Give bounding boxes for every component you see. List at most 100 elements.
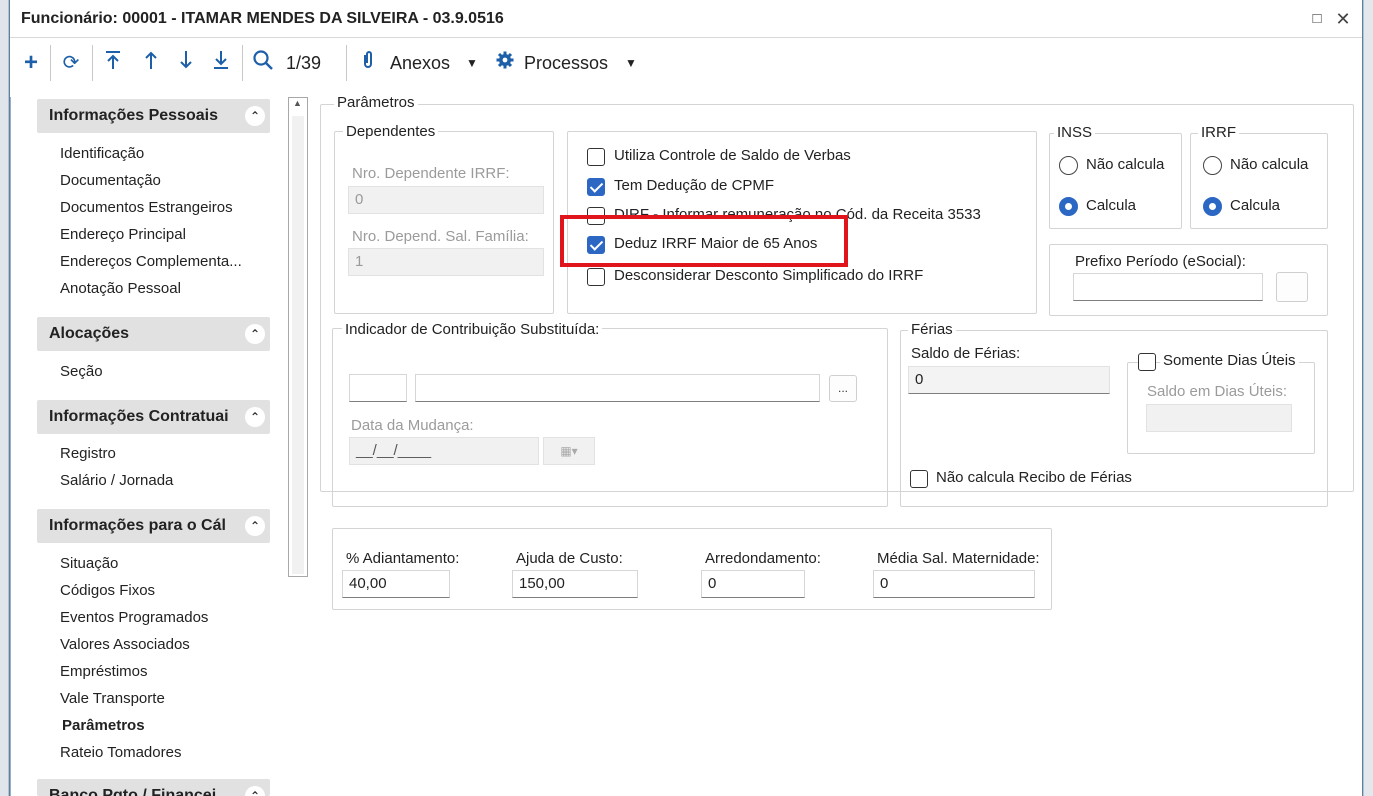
collapse-icon[interactable]: ⌃ [245,106,265,126]
vertical-scrollbar[interactable]: ▲ [288,97,308,577]
add-icon[interactable]: + [18,49,44,77]
toolbar-separator [50,45,51,81]
sidebar-item-anotacao-pessoal[interactable]: Anotação Pessoal [60,280,181,297]
toolbar-separator [92,45,93,81]
sidebar-item-parametros[interactable]: Parâmetros [62,717,145,734]
checkbox-saldo-verbas[interactable] [587,148,605,166]
toolbar: + ⟳ 1/39 Anexos ▼ Processos ▼ [10,39,1362,89]
sidebar-item-valores-associados[interactable]: Valores Associados [60,636,190,653]
contribuicao-code-field[interactable] [349,374,407,402]
section-banco-pagamento[interactable]: Banco Pgto / Financei ⌃ [37,779,270,796]
collapse-icon[interactable]: ⌃ [245,516,265,536]
sidebar-item-vale-transporte[interactable]: Vale Transporte [60,690,165,707]
adiantamento-label: % Adiantamento: [346,550,460,567]
prefixo-field[interactable] [1073,273,1263,301]
adiantamento-field[interactable]: 40,00 [342,570,450,598]
sidebar-item-salario-jornada[interactable]: Salário / Jornada [60,472,173,489]
section-alocacoes[interactable]: Alocações ⌃ [37,317,270,351]
scrollbar-track[interactable] [292,116,304,574]
prefixo-label: Prefixo Período (eSocial): [1075,253,1246,270]
next-record-icon[interactable] [173,49,199,77]
sidebar-item-registro[interactable]: Registro [60,445,116,462]
sidebar-item-codigos-fixos[interactable]: Códigos Fixos [60,582,155,599]
checkbox-deducao-cpmf[interactable] [587,178,605,196]
dependentes-title: Dependentes [343,123,439,140]
toolbar-separator [242,45,243,81]
inss-calcula-label: Calcula [1086,197,1137,214]
saldo-dias-uteis-label: Saldo em Dias Úteis: [1147,383,1288,400]
dependente-irrf-label: Nro. Dependente IRRF: [352,165,510,182]
prefixo-button[interactable] [1276,272,1308,302]
media-maternidade-field[interactable]: 0 [873,570,1035,598]
window-title: Funcionário: 00001 - ITAMAR MENDES DA SI… [21,10,504,27]
sidebar-item-documentos-estrangeiros[interactable]: Documentos Estrangeiros [60,199,233,216]
dependente-salfam-field[interactable]: 1 [348,248,544,276]
background-app-left [0,0,9,796]
scroll-up-icon[interactable]: ▲ [293,98,302,108]
processes-button[interactable]: Processos [524,49,608,77]
ferias-title: Férias [908,321,956,338]
previous-record-icon[interactable] [138,49,164,77]
sidebar-item-eventos-programados[interactable]: Eventos Programados [60,609,208,626]
nao-calcula-recibo-label: Não calcula Recibo de Férias [936,469,1132,486]
maximize-icon[interactable]: □ [1306,8,1328,30]
refresh-icon[interactable]: ⟳ [58,49,84,77]
sidebar-item-emprestimos[interactable]: Empréstimos [60,663,148,680]
section-informacoes-calculo[interactable]: Informações para o Cál ⌃ [37,509,270,543]
arredondamento-field[interactable]: 0 [701,570,805,598]
irrf-calcula-radio[interactable] [1203,197,1222,216]
contribuicao-desc-field[interactable] [415,374,820,402]
record-counter: 1/39 [286,53,322,73]
close-icon[interactable]: ✕ [1332,8,1354,30]
section-title: Informações Contratuai [49,408,229,425]
sidebar-item-secao[interactable]: Seção [60,363,103,380]
data-mudanca-field[interactable]: __/__/____ [349,437,539,465]
collapse-icon[interactable]: ⌃ [245,786,265,796]
inss-calcula-radio[interactable] [1059,197,1078,216]
section-informacoes-pessoais[interactable]: Informações Pessoais ⌃ [37,99,270,133]
sidebar-item-rateio-tomadores[interactable]: Rateio Tomadores [60,744,181,761]
collapse-icon[interactable]: ⌃ [245,407,265,427]
media-maternidade-label: Média Sal. Maternidade: [877,550,1040,567]
gear-icon[interactable] [494,49,516,77]
section-title: Informações Pessoais [49,107,218,124]
highlight-box [560,215,848,267]
checkbox-somente-dias-uteis[interactable] [1138,353,1156,371]
collapse-icon[interactable]: ⌃ [245,324,265,344]
calendar-icon[interactable]: ▦▾ [543,437,595,465]
inss-title: INSS [1054,124,1096,141]
paperclip-icon[interactable] [358,49,378,77]
saldo-ferias-field[interactable]: 0 [908,366,1110,394]
ajuda-custo-field[interactable]: 150,00 [512,570,638,598]
first-record-icon[interactable] [100,49,126,77]
contribuicao-title: Indicador de Contribuição Substituída: [342,321,603,338]
checkbox-nao-calcula-recibo[interactable] [910,470,928,488]
somente-dias-uteis-label: Somente Dias Úteis [1160,352,1299,369]
sidebar-item-endereco-principal[interactable]: Endereço Principal [60,226,186,243]
sidebar: Informações Pessoais ⌃ Identificação Doc… [24,99,270,796]
checkbox-desconto-simplificado[interactable] [587,268,605,286]
attachments-dropdown-icon[interactable]: ▼ [466,49,478,77]
sidebar-item-enderecos-complementares[interactable]: Endereços Complementa... [60,253,242,270]
attachments-button[interactable]: Anexos [390,49,450,77]
sidebar-item-situacao[interactable]: Situação [60,555,118,572]
inss-nao-calcula-radio[interactable] [1059,156,1078,175]
dependente-irrf-field[interactable]: 0 [348,186,544,214]
background-app-right [1363,0,1373,796]
title-bar: Funcionário: 00001 - ITAMAR MENDES DA SI… [10,0,1362,38]
sidebar-item-identificacao[interactable]: Identificação [60,145,144,162]
checkbox-deducao-cpmf-label: Tem Dedução de CPMF [614,177,775,194]
contribuicao-lookup-button[interactable]: ... [829,375,857,402]
sidebar-item-documentacao[interactable]: Documentação [60,172,161,189]
section-informacoes-contratuais[interactable]: Informações Contratuai ⌃ [37,400,270,434]
irrf-nao-calcula-radio[interactable] [1203,156,1222,175]
processes-dropdown-icon[interactable]: ▼ [625,49,637,77]
irrf-nao-calcula-label: Não calcula [1230,156,1309,173]
last-record-icon[interactable] [208,49,234,77]
section-title: Informações para o Cál [49,517,226,534]
section-title: Alocações [49,325,130,342]
search-icon[interactable] [250,49,276,77]
panel-edge [10,97,11,796]
saldo-dias-uteis-field[interactable] [1146,404,1292,432]
arredondamento-label: Arredondamento: [705,550,821,567]
